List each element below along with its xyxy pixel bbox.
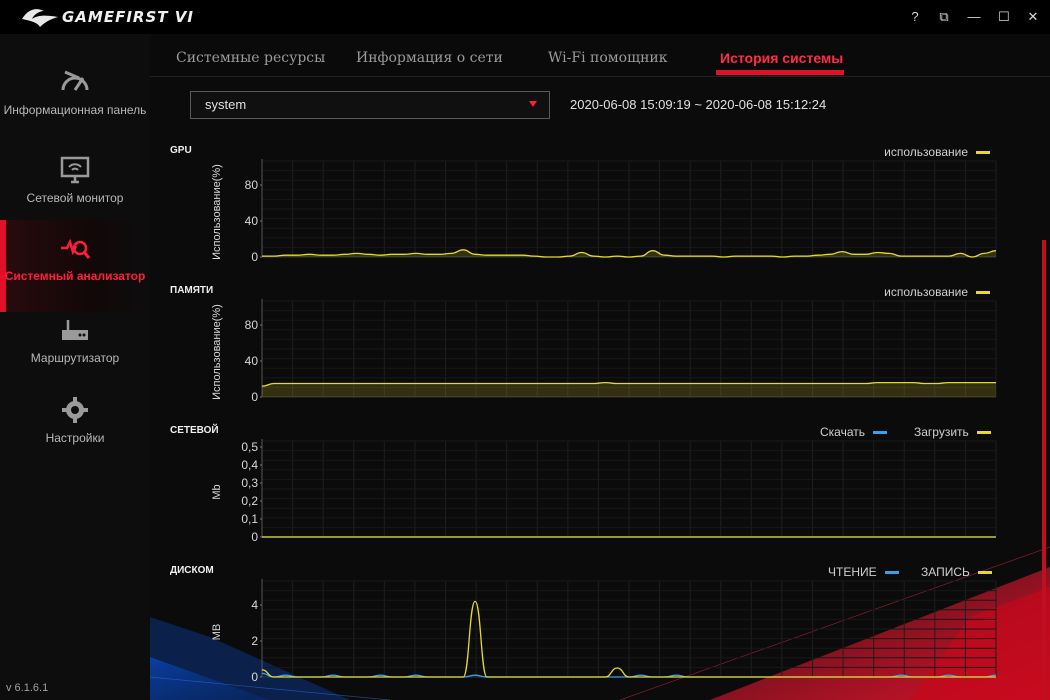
y-axis-label: Mb	[211, 484, 223, 499]
help-button[interactable]: ?	[902, 6, 928, 28]
sidebar-item-settings[interactable]: Настройки	[0, 396, 150, 446]
router-icon	[62, 320, 88, 340]
sidebar-item-network-monitor[interactable]: Сетевой монитор	[0, 156, 150, 206]
app-title: GAMEFIRST VI	[62, 8, 194, 26]
monitor-icon	[60, 156, 90, 184]
y-tick-label: 40	[245, 214, 259, 228]
sidebar: Информационная панель Сетевой монитор Си…	[0, 34, 150, 700]
y-tick-label: 80	[245, 318, 259, 332]
active-tab-indicator	[716, 70, 844, 75]
maximize-button[interactable]: ☐	[991, 6, 1017, 28]
sidebar-item-system-analyzer[interactable]: Системный анализатор	[0, 234, 150, 284]
y-tick-label: 0,2	[241, 494, 258, 508]
restore-alt-button[interactable]: ⧉	[931, 6, 957, 28]
y-tick-label: 0	[251, 250, 258, 264]
y-tick-label: 0,4	[241, 458, 258, 472]
sidebar-item-router[interactable]: Маршрутизатор	[0, 316, 150, 366]
sidebar-item-label: Настройки	[45, 431, 105, 445]
y-axis-label: Использование(%)	[211, 304, 223, 400]
title-bar: GAMEFIRST VI ? ⧉ — ☐ ✕	[0, 0, 1050, 34]
y-axis-label: MB	[211, 624, 223, 641]
charts-canvas: 04080Использование(%)04080Использование(…	[211, 159, 997, 684]
y-tick-label: 0	[251, 670, 258, 684]
y-tick-label: 80	[245, 178, 259, 192]
y-tick-label: 0	[251, 390, 258, 404]
sidebar-item-label: Системный анализатор	[4, 269, 146, 283]
tab-wifi-assistant[interactable]: Wi-Fi помощник	[548, 50, 668, 66]
tab-network-info[interactable]: Информация о сети	[356, 50, 503, 66]
y-tick-label: 0,5	[241, 440, 258, 454]
tab-bar: Системные ресурсы Информация о сети Wi-F…	[150, 42, 1050, 77]
rog-logo-icon	[22, 9, 58, 28]
y-tick-label: 40	[245, 354, 259, 368]
dashboard-icon	[61, 70, 89, 91]
sidebar-item-label: Информационная панель	[3, 103, 147, 117]
y-tick-label: 0,1	[241, 512, 258, 526]
y-tick-label: 0	[251, 530, 258, 544]
y-tick-label: 0,3	[241, 476, 258, 490]
analyzer-icon	[61, 238, 91, 259]
series-area	[262, 382, 996, 397]
gear-icon	[62, 397, 88, 423]
version-label: v 6.1.6.1	[6, 682, 49, 694]
sidebar-item-label: Маршрутизатор	[30, 351, 120, 365]
tab-system-history[interactable]: История системы	[720, 50, 843, 66]
sidebar-item-dashboard[interactable]: Информационная панель	[0, 68, 150, 118]
y-tick-label: 4	[251, 598, 258, 612]
main-panel: system 2020-06-08 15:09:19 ~ 2020-06-08 …	[150, 77, 1050, 700]
y-tick-label: 2	[251, 634, 258, 648]
y-axis-label: Использование(%)	[211, 164, 223, 260]
scrollbar[interactable]	[1042, 240, 1046, 700]
close-button[interactable]: ✕	[1020, 6, 1046, 28]
sidebar-item-label: Сетевой монитор	[26, 191, 124, 205]
tab-system-resources[interactable]: Системные ресурсы	[176, 50, 325, 66]
minimize-button[interactable]: —	[961, 6, 987, 28]
